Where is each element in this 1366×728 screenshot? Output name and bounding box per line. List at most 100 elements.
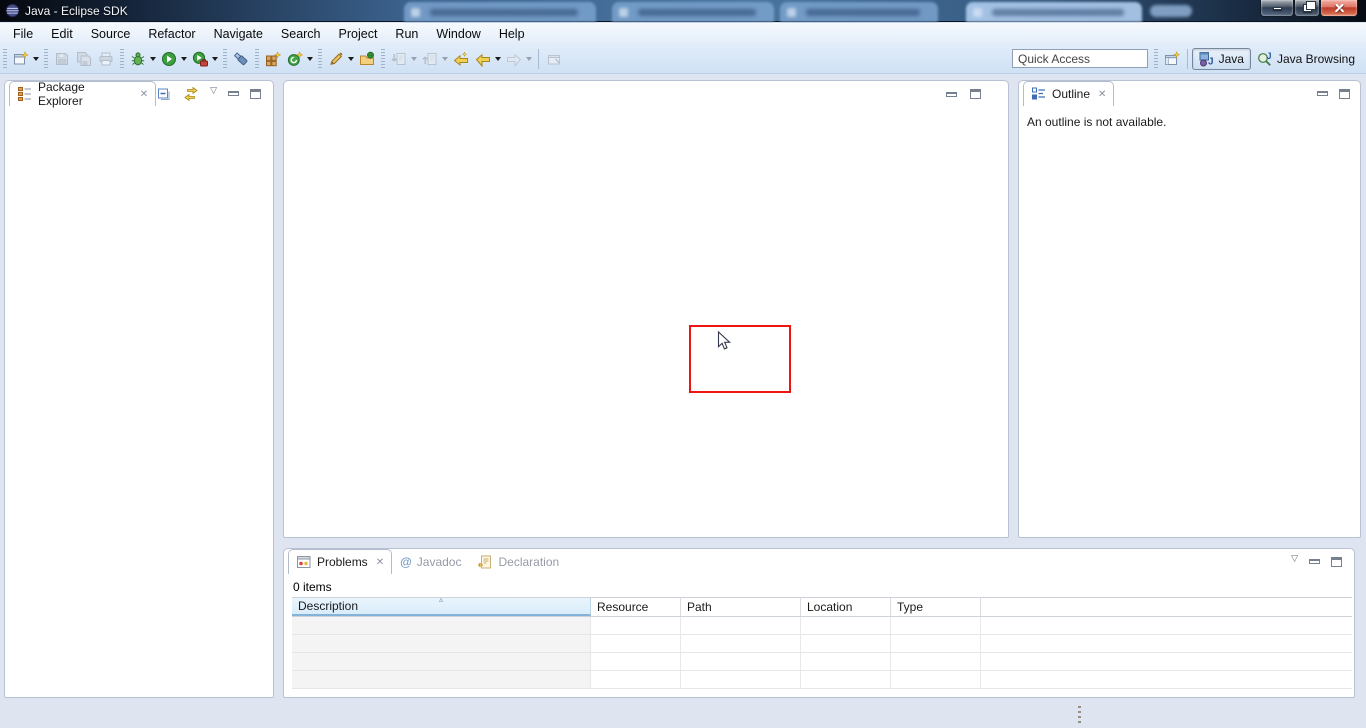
tab-label: Declaration <box>498 555 559 569</box>
editor-area[interactable] <box>283 80 1009 538</box>
column-header-description[interactable]: ▵ Description <box>292 598 591 616</box>
window-close-button[interactable] <box>1320 0 1358 17</box>
open-task-button[interactable] <box>325 47 347 71</box>
menu-run[interactable]: Run <box>386 25 427 43</box>
javadoc-at-icon: @ <box>400 555 412 569</box>
menu-source[interactable]: Source <box>82 25 140 43</box>
background-browser-tab <box>612 2 774 22</box>
outline-icon <box>1031 86 1047 102</box>
tab-problems[interactable]: Problems ✕ <box>288 549 392 574</box>
close-icon[interactable]: ✕ <box>140 89 148 100</box>
close-icon[interactable]: ✕ <box>376 557 384 568</box>
open-type-button[interactable] <box>356 47 378 71</box>
perspective-java-label: Java <box>1219 52 1244 66</box>
run-button[interactable] <box>158 47 180 71</box>
column-header-resource[interactable]: Resource <box>591 598 681 616</box>
background-browser-tab <box>404 2 596 22</box>
minimize-view-button[interactable] <box>1309 559 1320 564</box>
toolbar-drag-handle[interactable] <box>255 49 259 69</box>
maximize-view-button[interactable] <box>1331 557 1342 567</box>
toolbar-drag-handle[interactable] <box>318 49 322 69</box>
tab-label: Problems <box>317 555 368 569</box>
debug-button[interactable] <box>127 47 149 71</box>
toolbar-drag-handle[interactable] <box>3 49 7 69</box>
new-java-class-button[interactable] <box>284 47 306 71</box>
column-header-type[interactable]: Type <box>891 598 981 616</box>
toolbar-drag-handle[interactable] <box>223 49 227 69</box>
previous-annotation-button[interactable] <box>419 47 441 71</box>
window-titlebar[interactable]: Java - Eclipse SDK <box>0 0 1366 22</box>
debug-dropdown-icon[interactable] <box>150 57 156 61</box>
forward-button[interactable] <box>503 47 525 71</box>
perspective-java-browsing-button[interactable]: J Java Browsing <box>1251 49 1361 69</box>
tab-outline[interactable]: Outline ✕ <box>1023 81 1114 106</box>
maximize-editor-button[interactable] <box>970 89 981 99</box>
problems-table: ▵ Description Resource Path Location Typ… <box>292 597 1352 689</box>
run-dropdown-icon[interactable] <box>181 57 187 61</box>
next-annotation-dropdown-icon[interactable] <box>411 57 417 61</box>
window-title: Java - Eclipse SDK <box>25 4 128 18</box>
toolbar-drag-handle[interactable] <box>1154 49 1158 69</box>
print-button[interactable] <box>95 47 117 71</box>
menu-file[interactable]: File <box>4 25 42 43</box>
save-button[interactable] <box>51 47 73 71</box>
menu-refactor[interactable]: Refactor <box>139 25 204 43</box>
window-minimize-button[interactable] <box>1260 0 1294 17</box>
close-icon[interactable]: ✕ <box>1098 89 1106 100</box>
menu-search[interactable]: Search <box>272 25 330 43</box>
maximize-view-button[interactable] <box>250 89 261 99</box>
next-annotation-button[interactable] <box>388 47 410 71</box>
back-dropdown-icon[interactable] <box>495 57 501 61</box>
eclipse-window: Java - Eclipse SDK File Edit Source Refa… <box>0 0 1366 728</box>
window-restore-button[interactable] <box>1294 0 1320 17</box>
minimize-editor-button[interactable] <box>946 92 957 97</box>
package-explorer-body[interactable] <box>5 106 273 696</box>
pin-editor-button[interactable] <box>543 47 565 71</box>
save-all-button[interactable] <box>73 47 95 71</box>
search-flashlight-button[interactable] <box>230 47 252 71</box>
back-button[interactable] <box>472 47 494 71</box>
tab-label: Outline <box>1052 87 1090 101</box>
quick-access-input[interactable] <box>1012 49 1148 68</box>
view-menu-icon[interactable]: ▽ <box>210 86 217 95</box>
menu-navigate[interactable]: Navigate <box>205 25 272 43</box>
background-browser-tab <box>966 2 1142 22</box>
declaration-icon <box>477 554 493 570</box>
tab-package-explorer[interactable]: Package Explorer ✕ <box>9 81 156 106</box>
problems-table-header: ▵ Description Resource Path Location Typ… <box>292 597 1352 617</box>
toolbar-drag-handle[interactable] <box>381 49 385 69</box>
minimize-view-button[interactable] <box>1317 91 1328 96</box>
view-menu-icon[interactable]: ▽ <box>1291 554 1298 563</box>
toolbar-drag-handle[interactable] <box>44 49 48 69</box>
new-wizard-dropdown-icon[interactable] <box>33 57 39 61</box>
last-edit-location-button[interactable] <box>450 47 472 71</box>
problems-icon <box>296 554 312 570</box>
column-header-path[interactable]: Path <box>681 598 801 616</box>
perspective-java-button[interactable]: J Java <box>1192 48 1251 70</box>
menu-window[interactable]: Window <box>427 25 489 43</box>
maximize-view-button[interactable] <box>1339 89 1350 99</box>
status-bar-drag-handle[interactable] <box>1078 706 1081 724</box>
link-with-editor-button[interactable] <box>183 86 199 102</box>
new-java-project-button[interactable] <box>262 47 284 71</box>
new-java-class-dropdown-icon[interactable] <box>307 57 313 61</box>
external-tools-button[interactable] <box>189 47 211 71</box>
problems-items-count: 0 items <box>284 574 1354 596</box>
tab-declaration[interactable]: Declaration <box>469 549 567 574</box>
minimize-view-button[interactable] <box>228 91 239 96</box>
external-tools-dropdown-icon[interactable] <box>212 57 218 61</box>
forward-dropdown-icon[interactable] <box>526 57 532 61</box>
menu-help[interactable]: Help <box>490 25 534 43</box>
toolbar-separator <box>1187 49 1188 69</box>
previous-annotation-dropdown-icon[interactable] <box>442 57 448 61</box>
menu-edit[interactable]: Edit <box>42 25 82 43</box>
column-header-location[interactable]: Location <box>801 598 891 616</box>
tab-label: Package Explorer <box>38 80 132 108</box>
toolbar-drag-handle[interactable] <box>120 49 124 69</box>
open-perspective-button[interactable] <box>1161 47 1183 71</box>
new-wizard-button[interactable] <box>10 47 32 71</box>
tab-javadoc[interactable]: @ Javadoc <box>392 549 469 574</box>
open-task-dropdown-icon[interactable] <box>348 57 354 61</box>
menu-project[interactable]: Project <box>330 25 387 43</box>
collapse-all-button[interactable] <box>156 86 172 102</box>
